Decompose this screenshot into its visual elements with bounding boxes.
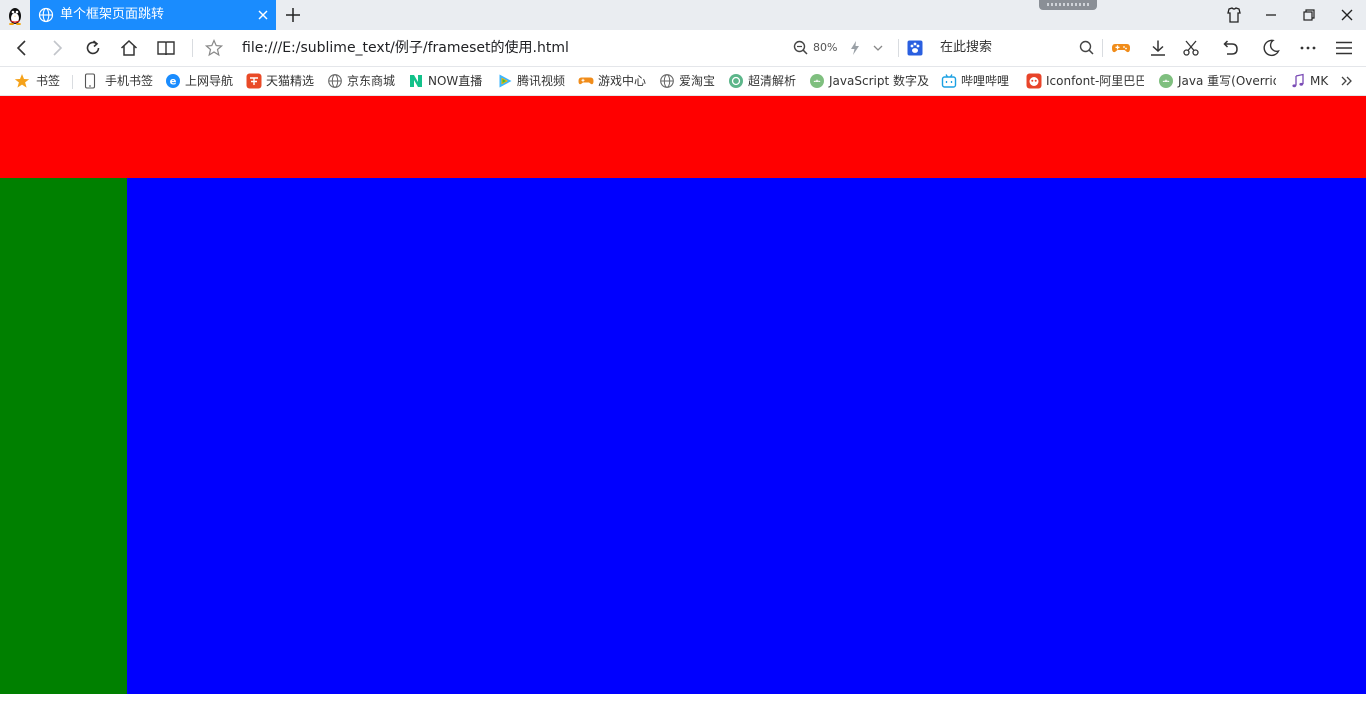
navigation-toolbar: file:///E:/sublime_text/例子/frameset的使用.h… (0, 30, 1366, 81)
game-controller-icon[interactable] (1111, 38, 1131, 58)
android-icon (1159, 74, 1173, 88)
bookmarks-bar: 书签 手机书签 e 上网导航 天猫精选 京东商城 NOW直播 腾讯视频 游戏中心… (0, 67, 1366, 96)
bookmark-item[interactable]: Iconfont-阿里巴巴 (1026, 72, 1144, 90)
toolbar-divider (1102, 39, 1103, 57)
main-frame[interactable] (127, 178, 1366, 694)
address-bar-url[interactable]: file:///E:/sublime_text/例子/frameset的使用.h… (242, 39, 569, 57)
bookmark-item[interactable]: 哔哩哔哩 (941, 72, 1009, 90)
globe-icon (38, 7, 54, 23)
svg-text:e: e (170, 77, 177, 88)
bookmark-item[interactable]: NOW直播 (408, 72, 482, 90)
toolbar-divider (192, 39, 193, 57)
scissors-screenshot-icon[interactable] (1181, 38, 1201, 58)
close-window-icon[interactable] (1336, 4, 1358, 26)
iconfont-icon (1026, 73, 1042, 89)
tmall-icon (246, 73, 262, 89)
skin-shirt-icon[interactable] (1223, 4, 1245, 26)
bookmark-item[interactable]: 腾讯视频 (497, 72, 565, 90)
android-icon (810, 74, 824, 88)
lightning-accelerate-icon[interactable] (845, 38, 865, 58)
search-icon[interactable] (1077, 38, 1097, 58)
more-dots-icon[interactable] (1298, 38, 1318, 58)
baidu-paw-search-engine-icon[interactable] (906, 38, 926, 58)
bookmark-item[interactable]: 京东商城 (327, 72, 395, 90)
download-icon[interactable] (1148, 38, 1168, 58)
globe-icon (328, 74, 342, 88)
home-icon[interactable] (119, 38, 139, 58)
night-mode-moon-icon[interactable] (1261, 38, 1281, 58)
status-area (0, 694, 1366, 728)
phone-icon (84, 73, 96, 89)
left-frame[interactable] (0, 178, 127, 694)
bookmark-item[interactable]: e 上网导航 (165, 72, 233, 90)
ie-icon: e (166, 74, 180, 88)
zoom-level[interactable]: 80% (813, 41, 837, 55)
window-drag-handle[interactable] (1039, 0, 1097, 10)
title-bar: 单个框架页面跳转 (0, 0, 1366, 30)
bookmark-item[interactable]: JavaScript 数字及 (809, 72, 929, 90)
refresh-icon[interactable] (83, 38, 103, 58)
bookmark-item[interactable]: 超清解析 (728, 72, 796, 90)
forward-arrow-icon[interactable] (47, 38, 67, 58)
double-chevron-right-icon[interactable] (1340, 74, 1354, 88)
bookmarks-divider (72, 75, 73, 89)
search-input[interactable]: 在此搜索 (940, 40, 992, 56)
bookmark-item[interactable]: Java 重写(Override (1158, 72, 1276, 90)
minimize-icon[interactable] (1260, 4, 1282, 26)
bookmark-item[interactable]: 天猫精选 (246, 72, 314, 90)
restore-icon[interactable] (1298, 4, 1320, 26)
tencent-video-icon (499, 74, 512, 88)
globe-icon (660, 74, 674, 88)
back-arrow-icon[interactable] (12, 38, 32, 58)
bookmark-item[interactable]: 游戏中心 (578, 72, 646, 90)
bilibili-icon (941, 74, 957, 88)
close-tab-icon[interactable] (254, 6, 272, 24)
top-frame[interactable] (0, 96, 1366, 178)
now-icon (410, 75, 422, 87)
music-icon (1292, 73, 1304, 88)
bookmark-item[interactable]: 手机书签 (82, 72, 153, 90)
gamepad-icon (578, 77, 594, 85)
active-tab[interactable]: 单个框架页面跳转 (30, 0, 276, 30)
undo-icon[interactable] (1220, 38, 1240, 58)
bookmark-item[interactable]: MK (1290, 72, 1332, 90)
bookmark-item[interactable]: 爱淘宝 (659, 72, 715, 90)
new-tab-plus-icon[interactable] (283, 5, 303, 25)
toolbar-divider (898, 39, 899, 57)
star-icon (14, 74, 30, 88)
bookmark-item[interactable]: 书签 (14, 72, 60, 90)
chevron-down-icon[interactable] (868, 38, 888, 58)
zoom-magnifier-icon[interactable] (791, 38, 811, 58)
reading-mode-book-icon[interactable] (156, 38, 176, 58)
green-circle-icon (729, 74, 743, 88)
qq-penguin-icon[interactable] (5, 5, 25, 25)
tab-title: 单个框架页面跳转 (60, 7, 165, 22)
menu-hamburger-icon[interactable] (1334, 38, 1354, 58)
favorite-star-icon[interactable] (204, 38, 224, 58)
